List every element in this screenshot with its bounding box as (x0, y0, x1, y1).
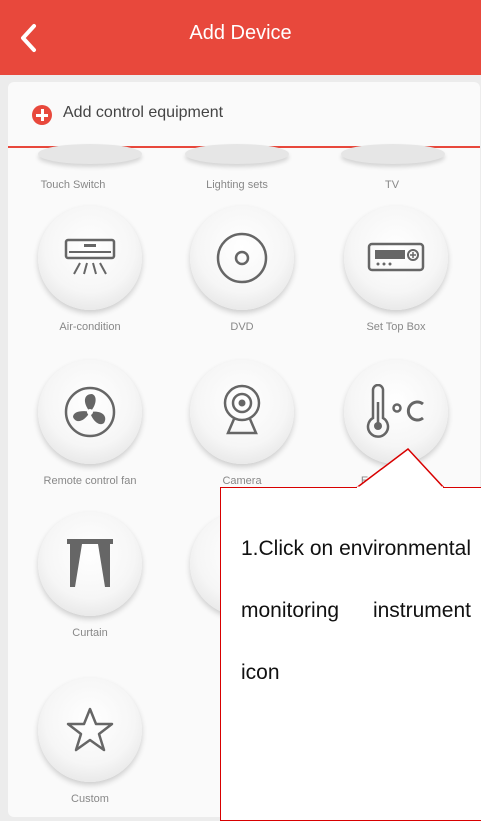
add-control-equipment-row[interactable]: Add control equipment (8, 82, 480, 148)
thermometer-icon (344, 360, 448, 464)
air-condition-label: Air-condition (59, 321, 121, 333)
environmental-label: Environmental (360, 475, 432, 487)
curtain-icon (38, 512, 142, 616)
set-top-box-label: Set Top Box (366, 321, 426, 333)
dvd-icon (190, 206, 294, 310)
touch-switch-label: Touch Switch (40, 179, 106, 191)
air-conditioner-icon (38, 206, 142, 310)
camera-label: Camera (222, 475, 262, 487)
touch-switch-button-partial[interactable] (38, 144, 142, 164)
header-bar: Add Device (0, 0, 481, 75)
device-air-condition[interactable]: Air-condition (25, 206, 155, 356)
device-remote-control-fan[interactable]: Remote control fan (25, 360, 155, 510)
fan-icon (38, 360, 142, 464)
add-control-equipment-label: Add control equipment (63, 104, 224, 121)
page-title: Add Device (189, 22, 292, 44)
remote-control-fan-label: Remote control fan (43, 475, 137, 487)
device-curtain[interactable]: Curtain (25, 512, 155, 662)
camera-icon (190, 360, 294, 464)
instruction-callout: 1.Click on environmental monitoring inst… (220, 487, 481, 821)
lighting-sets-label: Lighting sets (206, 179, 268, 191)
add-plus-icon (32, 105, 52, 125)
custom-label: Custom (71, 793, 109, 805)
set-top-box-icon (344, 206, 448, 310)
curtain-label: Curtain (72, 627, 108, 639)
dvd-label: DVD (230, 321, 254, 333)
device-dvd[interactable]: DVD (177, 206, 307, 356)
tv-button-partial[interactable] (341, 144, 445, 164)
tv-label: TV (384, 179, 400, 191)
device-set-top-box[interactable]: Set Top Box (331, 206, 461, 356)
lighting-sets-button-partial[interactable] (185, 144, 289, 164)
instruction-text: 1.Click on environmental monitoring inst… (241, 537, 471, 684)
star-icon (38, 678, 142, 782)
device-custom[interactable]: Custom (25, 678, 155, 817)
